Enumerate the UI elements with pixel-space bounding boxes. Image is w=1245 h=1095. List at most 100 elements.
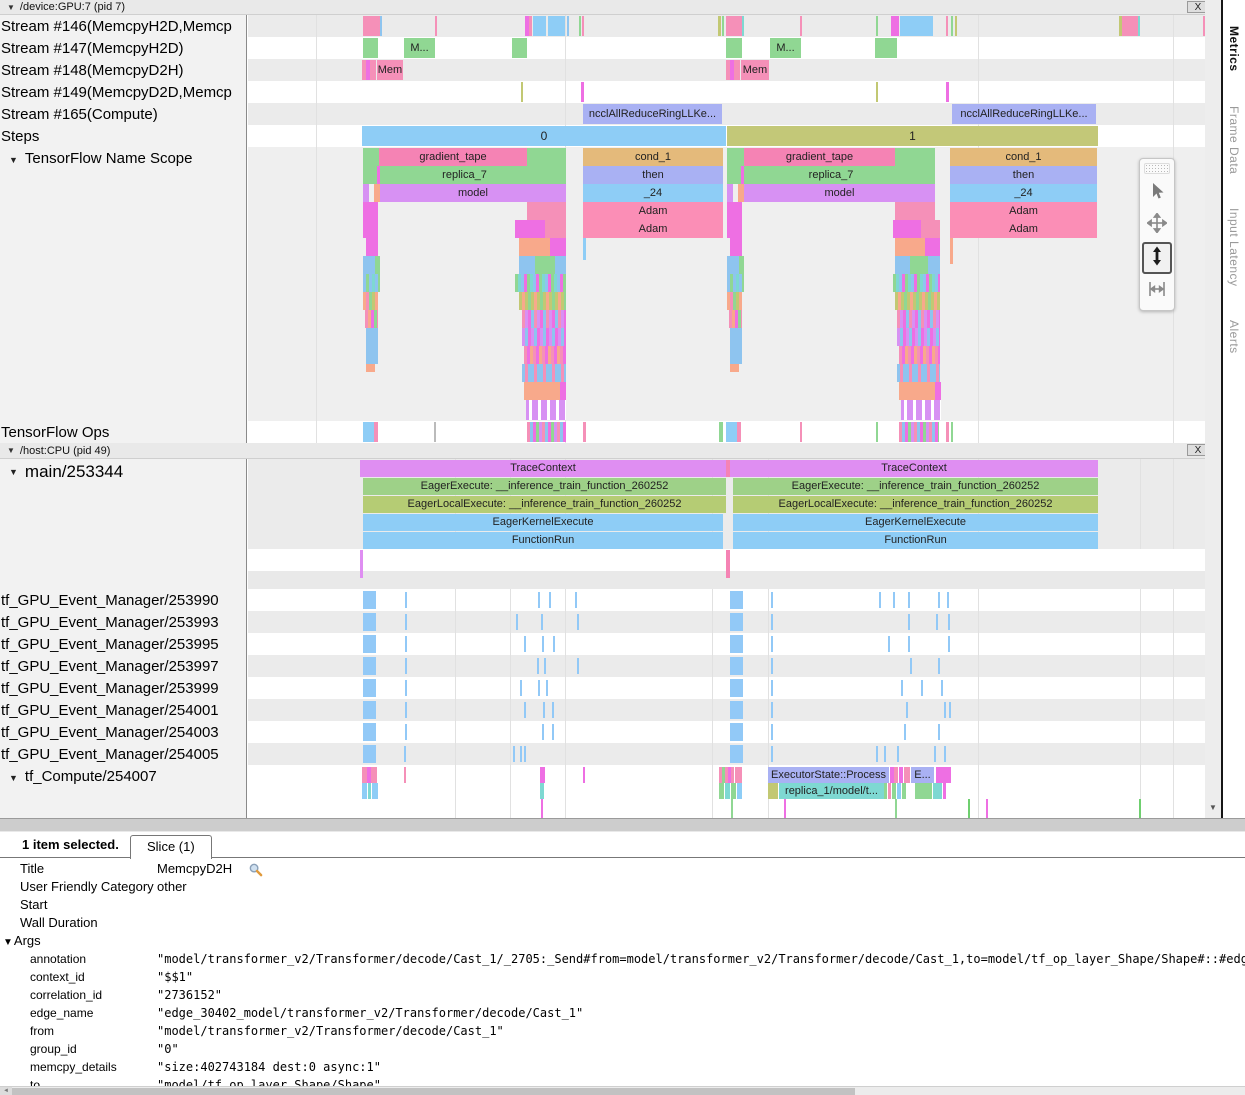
- row-label[interactable]: Stream #146(MemcpyH2D,Memcp: [0, 15, 247, 37]
- trace-slice[interactable]: [363, 184, 369, 202]
- trace-slice[interactable]: [541, 799, 543, 818]
- cursor-tool-button[interactable]: [1142, 178, 1172, 208]
- trace-slice[interactable]: EagerKernelExecute: [733, 514, 1098, 531]
- trace-slice[interactable]: [524, 636, 526, 652]
- toolbar-grip-icon[interactable]: [1144, 163, 1170, 174]
- trace-slice[interactable]: [366, 328, 378, 364]
- trace-slice[interactable]: [538, 592, 540, 608]
- trace-slice[interactable]: [936, 767, 951, 783]
- trace-slice[interactable]: replica_1/model/t...: [779, 783, 884, 799]
- trace-slice[interactable]: [741, 166, 744, 184]
- trace-slice[interactable]: [879, 592, 881, 608]
- trace-slice[interactable]: EagerExecute: __inference_train_function…: [363, 478, 726, 495]
- trace-slice[interactable]: [363, 657, 376, 675]
- trace-slice[interactable]: [583, 422, 586, 442]
- row-label[interactable]: ▼TensorFlow Name Scope: [0, 147, 247, 421]
- trace-slice[interactable]: [768, 783, 778, 799]
- trace-slice[interactable]: [895, 799, 897, 818]
- trace-slice[interactable]: E...: [911, 767, 934, 783]
- trace-slice[interactable]: [884, 746, 886, 762]
- trace-slice[interactable]: [404, 746, 406, 762]
- side-tab-metrics[interactable]: Metrics: [1227, 26, 1241, 72]
- trace-slice[interactable]: [897, 364, 940, 382]
- trace-slice[interactable]: [540, 783, 544, 799]
- row-label[interactable]: ▼main/253344: [0, 459, 247, 589]
- trace-slice[interactable]: [727, 292, 742, 310]
- scroll-down-icon[interactable]: ▼: [1205, 803, 1221, 812]
- trace-slice[interactable]: [771, 614, 773, 630]
- trace-slice[interactable]: [904, 724, 906, 740]
- trace-slice[interactable]: [362, 783, 367, 799]
- trace-slice[interactable]: Mem: [377, 60, 403, 80]
- trace-slice[interactable]: [363, 202, 378, 238]
- trace-slice[interactable]: gradient_tape: [379, 148, 527, 166]
- trace-slice[interactable]: [519, 292, 566, 310]
- trace-slice[interactable]: [360, 550, 363, 578]
- trace-slice[interactable]: [944, 746, 946, 762]
- trace-slice[interactable]: [944, 702, 946, 718]
- trace-slice[interactable]: [522, 328, 566, 346]
- trace-slice[interactable]: [893, 592, 895, 608]
- trace-slice[interactable]: EagerKernelExecute: [363, 514, 723, 531]
- trace-slice[interactable]: model: [744, 184, 935, 202]
- trace-slice[interactable]: [951, 422, 953, 442]
- trace-slice[interactable]: [549, 592, 551, 608]
- trace-slice[interactable]: [522, 364, 566, 382]
- trace-slice[interactable]: [555, 256, 566, 274]
- trace-slice[interactable]: [1138, 16, 1140, 36]
- trace-slice[interactable]: FunctionRun: [733, 532, 1098, 549]
- zoom-tool-button[interactable]: [1142, 242, 1172, 274]
- trace-slice[interactable]: [771, 746, 773, 762]
- trace-slice[interactable]: [727, 148, 744, 166]
- trace-slice[interactable]: [516, 614, 518, 630]
- row-label[interactable]: tf_GPU_Event_Manager/253997: [0, 655, 247, 677]
- trace-slice[interactable]: [550, 238, 566, 256]
- trace-slice[interactable]: [737, 422, 741, 442]
- trace-slice[interactable]: [908, 636, 910, 652]
- trace-slice[interactable]: [771, 702, 773, 718]
- trace-slice[interactable]: [771, 592, 773, 608]
- row-label[interactable]: TensorFlow Ops: [0, 421, 247, 443]
- trace-slice[interactable]: [933, 783, 942, 799]
- trace-slice[interactable]: 0: [362, 126, 726, 146]
- trace-slice[interactable]: Adam: [583, 220, 723, 238]
- trace-slice[interactable]: [876, 422, 878, 442]
- trace-slice[interactable]: [542, 724, 544, 740]
- trace-slice[interactable]: [876, 82, 878, 102]
- trace-slice[interactable]: [900, 16, 933, 36]
- trace-slice[interactable]: cond_1: [950, 148, 1097, 166]
- trace-slice[interactable]: [727, 184, 733, 202]
- trace-slice[interactable]: [897, 310, 940, 328]
- row-label[interactable]: tf_GPU_Event_Manager/253999: [0, 677, 247, 699]
- trace-slice[interactable]: [519, 238, 550, 256]
- trace-slice[interactable]: [363, 635, 376, 653]
- trace-slice[interactable]: ExecutorState::Process: [768, 767, 889, 783]
- trace-slice[interactable]: [893, 220, 921, 238]
- trace-slice[interactable]: TraceContext: [360, 460, 726, 477]
- trace-slice[interactable]: [1139, 799, 1141, 818]
- trace-slice[interactable]: [405, 636, 407, 652]
- trace-slice[interactable]: [735, 767, 742, 783]
- trace-slice[interactable]: [897, 328, 940, 346]
- trace-slice[interactable]: [544, 658, 546, 674]
- trace-slice[interactable]: _24: [583, 184, 723, 202]
- trace-slice[interactable]: replica_7: [363, 166, 566, 184]
- vertical-scrollbar[interactable]: ▼: [1205, 0, 1221, 818]
- trace-slice[interactable]: [928, 256, 940, 274]
- trace-slice[interactable]: [527, 422, 566, 442]
- row-label[interactable]: tf_GPU_Event_Manager/253995: [0, 633, 247, 655]
- trace-slice[interactable]: [405, 724, 407, 740]
- trace-slice[interactable]: [739, 256, 744, 274]
- timing-tool-button[interactable]: [1142, 276, 1172, 306]
- trace-slice[interactable]: [522, 310, 566, 328]
- trace-slice[interactable]: [519, 256, 535, 274]
- trace-slice[interactable]: [895, 256, 910, 274]
- trace-slice[interactable]: [730, 591, 743, 609]
- trace-slice[interactable]: [730, 635, 743, 653]
- trace-slice[interactable]: [538, 680, 540, 696]
- trace-slice[interactable]: [771, 658, 773, 674]
- trace-slice[interactable]: [906, 702, 908, 718]
- trace-slice[interactable]: [363, 16, 380, 36]
- trace-slice[interactable]: [951, 16, 953, 36]
- trace-slice[interactable]: [527, 148, 566, 166]
